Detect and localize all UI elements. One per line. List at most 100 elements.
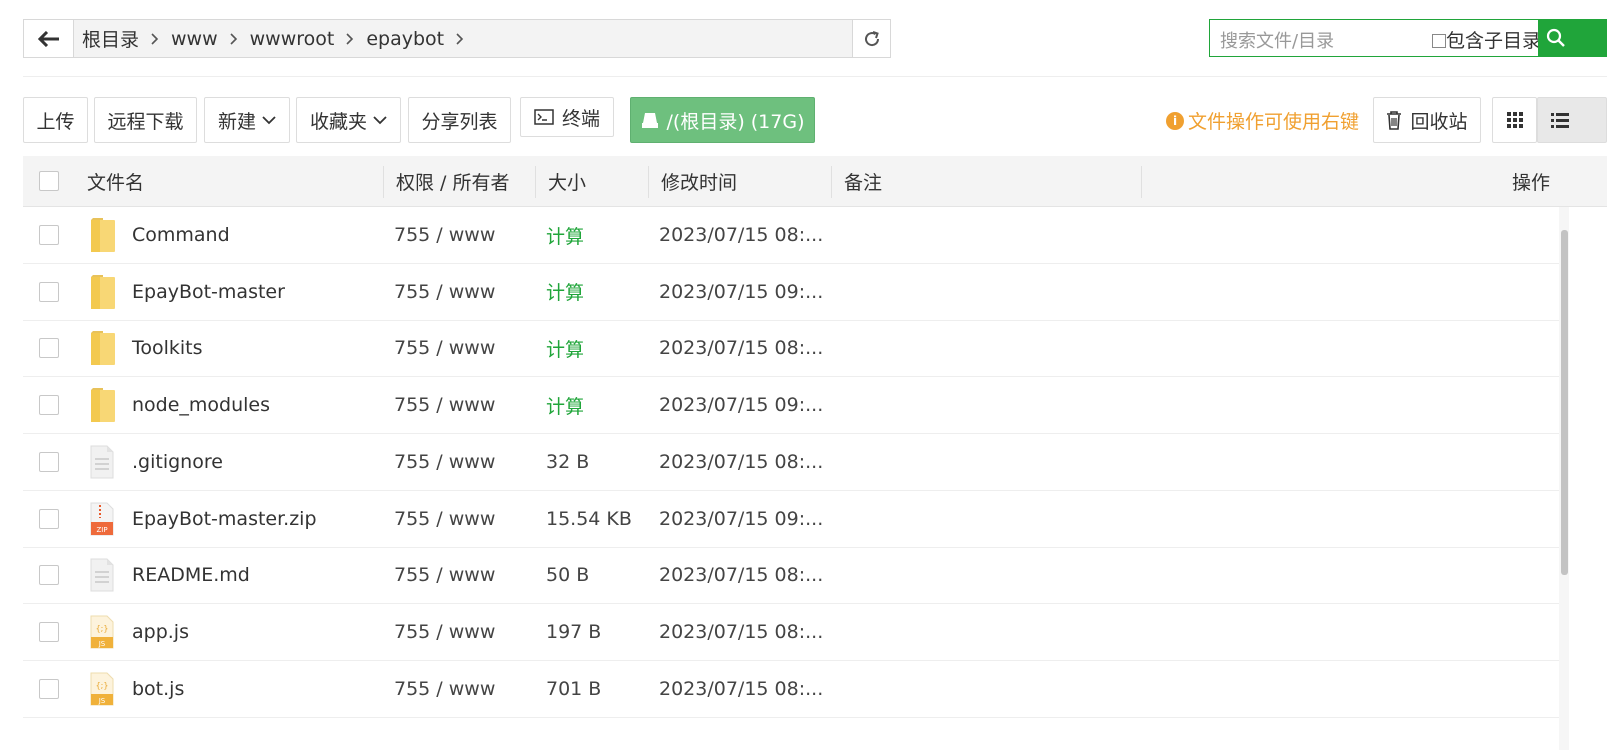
checkbox-icon[interactable] <box>39 338 59 359</box>
zip-badge-text: ZIP <box>96 526 107 534</box>
file-mtime: 2023/07/15 09:... <box>659 394 824 417</box>
file-name[interactable]: Command <box>132 207 230 263</box>
info-icon: i <box>1166 111 1184 130</box>
search-button[interactable] <box>1538 19 1607 57</box>
breadcrumb-item-root[interactable]: 根目录 <box>82 25 139 52</box>
table-row[interactable]: Toolkits 755 / www 计算 2023/07/15 08:... <box>23 320 1559 378</box>
file-name[interactable]: app.js <box>132 604 189 660</box>
checkbox-icon[interactable] <box>39 621 59 642</box>
header-operations: 操作 <box>1512 171 1551 194</box>
js-badge-text: JS <box>98 697 106 705</box>
file-mtime: 2023/07/15 08:... <box>659 450 824 473</box>
checkbox-icon[interactable] <box>39 508 59 529</box>
table-row[interactable]: EpayBot-master 755 / www 计算 2023/07/15 09:.… <box>23 264 1559 321</box>
breadcrumb-item-epaybot[interactable]: epaybot <box>366 28 444 50</box>
column-divider <box>535 166 536 198</box>
table-row[interactable]: {;} JS app.js 755 / www 197 B 2023/07/15 08:.… <box>23 604 1559 661</box>
table-row[interactable]: ZIP EpayBot-master.zip 755 / www 15.54 KB 20… <box>23 491 1559 548</box>
recycle-bin-button[interactable]: 回收站 <box>1373 97 1481 143</box>
row-checkbox[interactable] <box>39 547 59 603</box>
checkbox-icon[interactable] <box>39 225 59 245</box>
table-row[interactable]: node_modules 755 / www 计算 2023/07/15 09:... <box>23 377 1559 435</box>
file-permission[interactable]: 755 / www <box>394 604 495 660</box>
checkbox-icon[interactable] <box>39 451 59 472</box>
checkbox-icon[interactable] <box>39 281 59 302</box>
checkbox-icon[interactable] <box>39 395 59 416</box>
file-permission[interactable]: 755 / www <box>394 491 495 547</box>
row-checkbox[interactable] <box>39 491 59 547</box>
file-permission[interactable]: 755 / www <box>394 661 495 717</box>
share-list-button[interactable]: 分享列表 <box>408 97 511 143</box>
checkbox-icon[interactable] <box>1432 33 1446 48</box>
calculate-size-link[interactable]: 计算 <box>546 377 584 433</box>
checkbox-icon[interactable] <box>39 565 59 586</box>
file-size: 15.54 KB <box>546 507 632 530</box>
breadcrumb-item-wwwroot[interactable]: wwwroot <box>250 28 335 50</box>
row-checkbox[interactable] <box>39 434 59 490</box>
new-dropdown-button[interactable]: 新建 <box>204 97 290 143</box>
table-row[interactable]: README.md 755 / www 50 B 2023/07/15 08:... <box>23 547 1559 605</box>
header-size[interactable]: 大小 <box>548 156 586 206</box>
header-name[interactable]: 文件名 <box>87 156 144 206</box>
row-checkbox[interactable] <box>39 207 59 263</box>
row-checkbox[interactable] <box>39 661 59 717</box>
search-input[interactable]: 搜索文件/目录 <box>1220 27 1334 53</box>
refresh-button[interactable] <box>852 20 890 57</box>
calculate-size-link[interactable]: 计算 <box>546 320 584 376</box>
file-permission[interactable]: 755 / www <box>394 377 495 433</box>
chevron-down-icon <box>262 115 276 125</box>
breadcrumb-item-www[interactable]: www <box>171 28 218 50</box>
scrollbar-thumb[interactable] <box>1561 230 1568 575</box>
disk-label: /(根目录) (17G) <box>666 110 805 133</box>
file-name[interactable]: bot.js <box>132 661 184 717</box>
row-checkbox[interactable] <box>39 320 59 376</box>
table-row[interactable]: {;} JS bot.js 755 / www 701 B 2023/07/15 08:.… <box>23 661 1559 718</box>
header-mtime[interactable]: 修改时间 <box>661 156 737 206</box>
calculate-size-link[interactable]: 计算 <box>546 207 584 263</box>
file-permission[interactable]: 755 / www <box>394 207 495 263</box>
row-checkbox[interactable] <box>39 604 59 660</box>
row-checkbox[interactable] <box>39 377 59 433</box>
chevron-right-icon <box>230 32 238 45</box>
folder-icon <box>89 264 117 320</box>
terminal-button[interactable]: 终端 <box>520 97 614 137</box>
select-all-checkbox[interactable] <box>39 156 59 206</box>
trash-icon <box>1387 111 1402 130</box>
disk-root-button[interactable]: /(根目录) (17G) <box>630 97 815 143</box>
calculate-size-link[interactable]: 计算 <box>546 264 584 320</box>
share-list-label: 分享列表 <box>421 110 498 133</box>
table-row[interactable]: Command 755 / www 计算 2023/07/15 08:... <box>23 207 1559 264</box>
file-name[interactable]: EpayBot-master.zip <box>132 491 317 547</box>
chevron-right-icon <box>346 32 354 45</box>
file-name[interactable]: EpayBot-master <box>132 264 285 320</box>
file-permission[interactable]: 755 / www <box>394 264 495 320</box>
file-permission[interactable]: 755 / www <box>394 320 495 376</box>
include-subdir-label: 包含子目录 <box>1446 30 1542 52</box>
table-row[interactable]: .gitignore 755 / www 32 B 2023/07/15 08:... <box>23 434 1559 491</box>
file-name[interactable]: node_modules <box>132 377 270 433</box>
chevron-down-icon <box>373 115 387 125</box>
favorites-dropdown-button[interactable]: 收藏夹 <box>296 97 401 143</box>
arrow-left-icon <box>37 30 59 47</box>
upload-button[interactable]: 上传 <box>23 97 88 143</box>
file-name[interactable]: Toolkits <box>132 320 203 376</box>
back-button[interactable] <box>24 20 74 57</box>
header-permission[interactable]: 权限 / 所有者 <box>396 156 509 206</box>
row-checkbox[interactable] <box>39 264 59 320</box>
js-file-icon: {;} JS <box>89 661 115 717</box>
file-mtime: 2023/07/15 09:... <box>659 280 824 303</box>
file-permission[interactable]: 755 / www <box>394 547 495 603</box>
list-view-button[interactable] <box>1537 97 1607 143</box>
js-braces-text: {;} <box>96 624 109 633</box>
file-name[interactable]: .gitignore <box>132 434 223 490</box>
grid-view-button[interactable] <box>1492 97 1537 143</box>
checkbox-icon[interactable] <box>39 678 59 699</box>
text-file-icon <box>89 434 115 490</box>
file-permission[interactable]: 755 / www <box>394 434 495 490</box>
checkbox-icon[interactable] <box>39 171 59 191</box>
remote-download-button[interactable]: 远程下载 <box>94 97 197 143</box>
address-bar[interactable]: 根目录 www wwwroot epaybot <box>23 19 891 58</box>
file-name[interactable]: README.md <box>132 547 250 603</box>
include-subdir-checkbox[interactable]: 包含子目录 <box>1432 26 1541 53</box>
search-box: 搜索文件/目录 包含子目录 <box>1209 19 1607 57</box>
